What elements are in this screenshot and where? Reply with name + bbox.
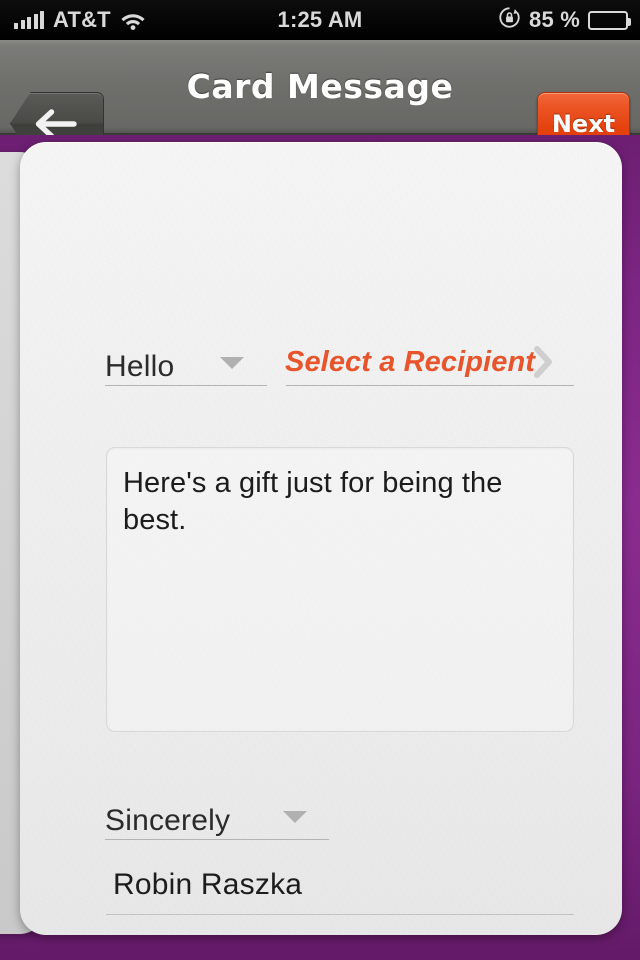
status-bar: AT&T 1:25 AM 85 % <box>0 0 640 40</box>
chevron-down-icon[interactable] <box>219 356 245 370</box>
chevron-down-icon[interactable] <box>282 810 308 824</box>
message-input[interactable]: Here's a gift just for being the best. <box>106 447 574 732</box>
chevron-right-icon[interactable] <box>531 345 557 384</box>
status-bar-left: AT&T <box>0 9 218 31</box>
clock-label: 1:25 AM <box>277 7 363 32</box>
wifi-icon <box>120 11 146 30</box>
navigation-bar: Card Message Next <box>0 40 640 155</box>
back-arrow-icon <box>34 108 80 139</box>
closing-underline <box>105 839 329 840</box>
card-editor: Hello Select a Recipient Here's a gift j… <box>20 142 622 935</box>
rotation-lock-icon <box>498 6 521 34</box>
signal-bars-icon <box>14 10 44 29</box>
signature-underline <box>106 914 574 915</box>
status-bar-center: 1:25 AM <box>218 9 423 31</box>
closing-value[interactable]: Sincerely <box>105 804 230 838</box>
battery-icon <box>587 10 631 30</box>
next-button-label: Next <box>551 109 616 138</box>
signature-input[interactable]: Robin Raszka <box>113 868 302 902</box>
recipient-placeholder[interactable]: Select a Recipient <box>285 346 535 379</box>
recipient-underline <box>286 385 574 386</box>
greeting-underline <box>105 385 267 386</box>
message-text: Here's a gift just for being the best. <box>123 467 511 536</box>
greeting-value[interactable]: Hello <box>105 350 174 384</box>
carrier-label: AT&T <box>53 7 111 32</box>
battery-percent-label: 85 % <box>529 7 580 32</box>
status-bar-right: 85 % <box>422 6 640 34</box>
